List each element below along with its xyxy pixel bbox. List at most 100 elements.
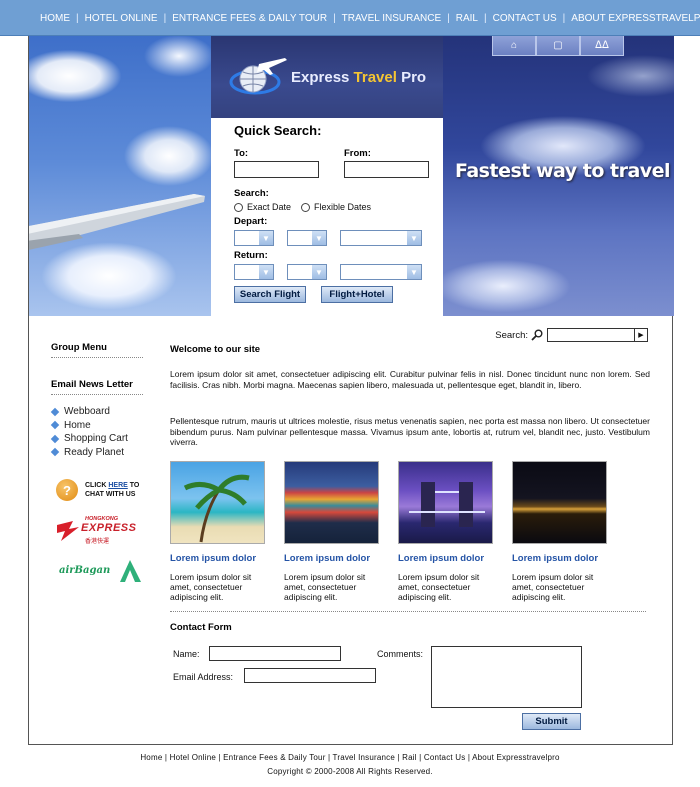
- nav-hotel-online[interactable]: HOTEL ONLINE: [85, 13, 158, 24]
- hongkong-express-logo[interactable]: HONGKONG EXPRESS 香港快運: [55, 515, 147, 545]
- featured-destinations: Lorem ipsum dolor Lorem ipsum dolor sit …: [170, 461, 626, 602]
- quick-search-form: Quick Search: To: From: Search: Exact Da…: [211, 118, 443, 303]
- night-city-photo[interactable]: [512, 461, 607, 544]
- air-bagan-emblem-icon: [120, 560, 141, 582]
- sidebar-item-webboard[interactable]: Webboard: [50, 405, 128, 419]
- sidebar-links: Webboard Home Shopping Cart Ready Planet: [50, 405, 128, 460]
- search-flight-button[interactable]: Search Flight: [234, 286, 306, 303]
- banner: Express Travel Pro Quick Search: To: Fro…: [28, 36, 674, 316]
- sidebar-item-label: Shopping Cart: [64, 433, 128, 445]
- destination-card: Lorem ipsum dolor Lorem ipsum dolor sit …: [170, 461, 265, 602]
- search-type-label: Search:: [234, 188, 269, 199]
- return-day-select[interactable]: ▼: [234, 264, 274, 280]
- return-month-select[interactable]: ▼: [287, 264, 327, 280]
- destination-card: Lorem ipsum dolor Lorem ipsum dolor sit …: [512, 461, 607, 602]
- slogan: Fastest way to travel: [455, 160, 671, 182]
- bridge-photo[interactable]: [398, 461, 493, 544]
- destination-title-link[interactable]: Lorem ipsum dolor: [284, 553, 379, 564]
- nav-separator: |: [333, 12, 336, 24]
- name-input[interactable]: [209, 646, 341, 661]
- beach-photo[interactable]: [170, 461, 265, 544]
- top-nav: HOME | HOTEL ONLINE | ENTRANCE FEES & DAIL…: [0, 0, 700, 36]
- site-search: Search: ▶: [495, 328, 648, 342]
- destination-title-link[interactable]: Lorem ipsum dolor: [170, 553, 265, 564]
- sidebar-item-label: Home: [64, 419, 91, 431]
- divider: [170, 611, 646, 612]
- search-type-options: Exact Date Flexible Dates: [234, 202, 443, 212]
- destination-title-link[interactable]: Lorem ipsum dolor: [398, 553, 493, 564]
- site-search-input[interactable]: [547, 328, 635, 342]
- contact-form-title: Contact Form: [170, 622, 232, 633]
- nav-separator: |: [483, 12, 487, 24]
- exact-date-radio[interactable]: [234, 202, 243, 212]
- return-year-select[interactable]: ▼: [340, 264, 422, 280]
- globe-plane-icon: [229, 58, 287, 95]
- nav-about[interactable]: ABOUT EXPRESSTRAVELPRO: [571, 13, 700, 24]
- main-content-box: Group Menu Email News Letter Webboard Ho…: [28, 316, 673, 745]
- destination-description: Lorem ipsum dolor sit amet, consectetuer…: [170, 572, 252, 602]
- depart-label: Depart:: [234, 216, 268, 227]
- flight-hotel-button[interactable]: Flight+Hotel: [321, 286, 393, 303]
- nav-contact-us[interactable]: CONTACT US: [493, 13, 557, 24]
- nav-home[interactable]: HOME: [40, 13, 70, 24]
- sky-right-image: ⌂ ▢ ᐃᐃ Fastest way to travel: [443, 36, 674, 316]
- harbor-photo[interactable]: [284, 461, 379, 544]
- sidebar-item-ready-planet[interactable]: Ready Planet: [50, 446, 128, 460]
- to-input[interactable]: [234, 161, 319, 178]
- group-menu-heading: Group Menu: [51, 342, 107, 353]
- footer-links[interactable]: Home | Hotel Online | Entrance Fees & Da…: [0, 753, 700, 762]
- destination-title-link[interactable]: Lorem ipsum dolor: [512, 553, 607, 564]
- air-bagan-logo[interactable]: airBagan: [59, 558, 145, 586]
- chat-text: CLICK HERE TO CHAT WITH US: [85, 482, 140, 498]
- home-icon[interactable]: ⌂: [492, 36, 536, 56]
- email-input[interactable]: [244, 668, 376, 683]
- newsletter-heading: Email News Letter: [51, 379, 133, 390]
- flexible-dates-radio[interactable]: [301, 202, 311, 212]
- top-nav-list: HOME | HOTEL ONLINE | ENTRANCE FEES & DAIL…: [0, 0, 700, 36]
- icon-tabs: ⌂ ▢ ᐃᐃ: [492, 36, 624, 56]
- sidebar-item-shopping-cart[interactable]: Shopping Cart: [50, 432, 128, 446]
- depart-month-select[interactable]: ▼: [287, 230, 327, 246]
- nav-entrance-fees[interactable]: ENTRANCE FEES & DAILY TOUR: [172, 13, 327, 24]
- nav-separator: |: [163, 12, 167, 24]
- question-icon: ?: [56, 479, 78, 501]
- depart-year-select[interactable]: ▼: [340, 230, 422, 246]
- chat-with-us-link[interactable]: ? CLICK HERE TO CHAT WITH US: [56, 479, 139, 501]
- sidebar-item-home[interactable]: Home: [50, 419, 128, 433]
- flexible-dates-label: Flexible Dates: [314, 202, 372, 212]
- nav-travel-insurance[interactable]: TRAVEL INSURANCE: [342, 13, 441, 24]
- quick-search-title: Quick Search:: [234, 123, 322, 138]
- content-area: Search: ▶ Welcome to our site Lorem ipsu…: [170, 316, 650, 745]
- screen-icon[interactable]: ▢: [536, 36, 580, 56]
- divider: [51, 357, 143, 358]
- bullet-icon: [50, 421, 60, 430]
- center-panel: Express Travel Pro Quick Search: To: Fro…: [211, 36, 443, 316]
- comments-textarea[interactable]: [431, 646, 582, 708]
- chat-here-link[interactable]: HERE: [108, 482, 127, 489]
- logo[interactable]: Express Travel Pro: [211, 36, 443, 118]
- chevron-down-icon: ▼: [259, 231, 273, 245]
- intro-paragraph-1: Lorem ipsum dolor sit amet, consectetuer…: [170, 369, 650, 390]
- exact-date-label: Exact Date: [247, 202, 292, 212]
- chevron-down-icon: ▼: [407, 265, 421, 279]
- search-icon: [531, 329, 543, 341]
- submit-button[interactable]: Submit: [522, 713, 581, 730]
- nav-rail[interactable]: RAIL: [456, 13, 478, 24]
- destination-card: Lorem ipsum dolor Lorem ipsum dolor sit …: [284, 461, 379, 602]
- return-label: Return:: [234, 250, 268, 261]
- bullet-icon: [50, 434, 60, 443]
- to-label: To:: [234, 148, 249, 159]
- destination-description: Lorem ipsum dolor sit amet, consectetuer…: [512, 572, 594, 602]
- destination-card: Lorem ipsum dolor Lorem ipsum dolor sit …: [398, 461, 493, 602]
- welcome-heading: Welcome to our site: [170, 344, 261, 355]
- chevron-down-icon: ▼: [312, 231, 326, 245]
- search-go-button[interactable]: ▶: [635, 328, 648, 342]
- people-icon[interactable]: ᐃᐃ: [580, 36, 624, 56]
- sky-left-image: [29, 36, 211, 316]
- intro-paragraph-2: Pellentesque rutrum, mauris ut ultrices …: [170, 416, 650, 447]
- bullet-icon: [50, 407, 60, 416]
- depart-day-select[interactable]: ▼: [234, 230, 274, 246]
- from-input[interactable]: [344, 161, 429, 178]
- airplane-wing-image: [29, 194, 205, 250]
- chevron-down-icon: ▼: [312, 265, 326, 279]
